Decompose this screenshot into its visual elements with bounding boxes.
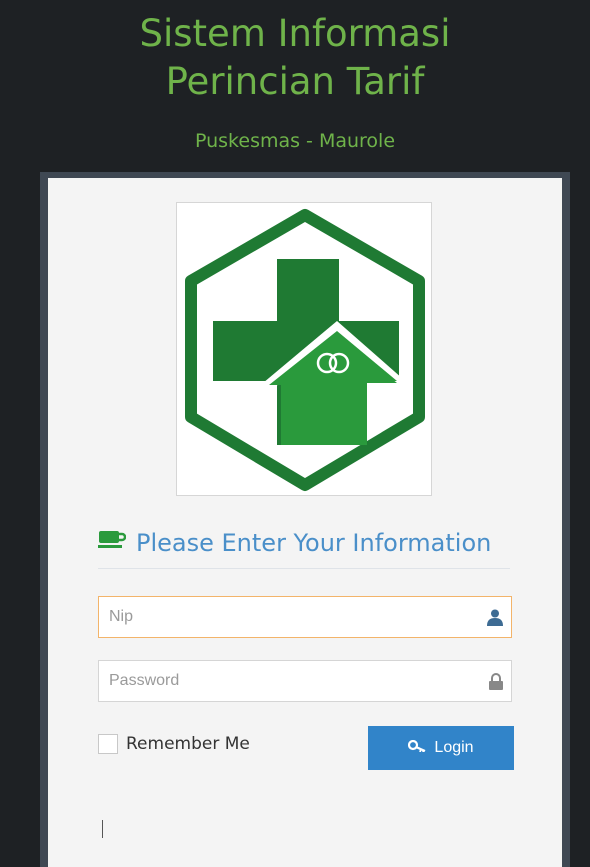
remember-me-checkbox[interactable] bbox=[98, 734, 118, 754]
key-icon bbox=[408, 739, 426, 757]
login-button[interactable]: Login bbox=[368, 726, 514, 770]
login-button-label: Login bbox=[434, 739, 474, 756]
text-cursor bbox=[102, 820, 103, 838]
coffee-cup-icon bbox=[98, 525, 127, 559]
password-input[interactable] bbox=[99, 661, 469, 701]
remember-me: Remember Me bbox=[98, 732, 250, 756]
lock-icon bbox=[489, 673, 503, 694]
title-line-2: Perincian Tarif bbox=[165, 60, 425, 103]
form-heading-text: Please Enter Your Information bbox=[136, 529, 492, 557]
form-heading: Please Enter Your Information bbox=[98, 526, 510, 569]
user-icon bbox=[487, 609, 503, 630]
nip-field bbox=[98, 596, 512, 638]
login-panel: Please Enter Your Information Re bbox=[40, 172, 570, 867]
password-field bbox=[98, 660, 512, 702]
login-panel-body: Please Enter Your Information Re bbox=[48, 178, 562, 867]
logo-graphic bbox=[185, 209, 425, 491]
title-text: Sistem Informasi Perincian Tarif bbox=[0, 10, 590, 106]
subtitle: Puskesmas - Maurole bbox=[194, 130, 396, 152]
remember-me-label: Remember Me bbox=[126, 734, 250, 754]
nip-input[interactable] bbox=[99, 597, 469, 637]
title-line-1: Sistem Informasi bbox=[139, 12, 451, 55]
puskesmas-logo bbox=[176, 202, 432, 496]
